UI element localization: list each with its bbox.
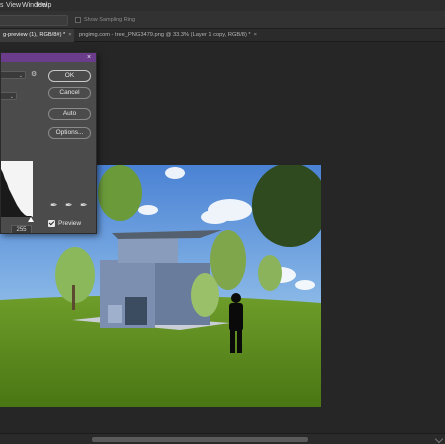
show-sampling-ring-label: Show Sampling Ring [84, 17, 136, 23]
options-button[interactable]: Options... [48, 127, 91, 139]
white-point-eyedropper-icon[interactable]: ✒ [80, 201, 88, 210]
cancel-button[interactable]: Cancel [48, 87, 91, 99]
tab-label: pngimg.com - tree_PNG3479.png @ 33.3% (L… [79, 32, 251, 38]
menu-item-help[interactable]: Help [37, 0, 51, 11]
horizontal-scrollbar[interactable] [0, 433, 445, 444]
close-icon[interactable]: × [68, 32, 71, 38]
channel-dropdown[interactable]: ⌄ [1, 92, 17, 100]
black-point-eyedropper-icon[interactable]: ✒ [50, 201, 58, 210]
gray-point-eyedropper-icon[interactable]: ✒ [65, 201, 73, 210]
auto-button[interactable]: Auto [48, 108, 91, 120]
sample-size-dropdown[interactable] [0, 15, 68, 26]
show-sampling-ring-checkbox[interactable] [75, 17, 81, 23]
preset-dropdown[interactable]: ⌄ [1, 71, 26, 79]
document-tab-bar: g-preview (1), RGB/8#) * × pngimg.com - t… [0, 29, 445, 42]
close-icon[interactable]: × [87, 53, 91, 62]
tab-tree-document[interactable]: pngimg.com - tree_PNG3479.png @ 33.3% (L… [76, 29, 258, 42]
levels-dialog: × ⌄ ⚙ ⌄ 255 255 OK Cancel Auto Options..… [0, 52, 97, 234]
input-white-slider[interactable] [28, 217, 34, 222]
tab-label: g-preview (1), RGB/8#) * [3, 32, 66, 38]
tab-preview-document[interactable]: g-preview (1), RGB/8#) * × [0, 29, 74, 42]
chevron-down-icon: ⌄ [18, 73, 23, 79]
preview-label: Preview [58, 220, 82, 227]
histogram [1, 161, 33, 217]
preview-checkbox[interactable] [48, 220, 55, 227]
ok-button[interactable]: OK [48, 70, 91, 82]
menu-item-view[interactable]: View [6, 0, 21, 11]
scrollbar-thumb[interactable] [92, 437, 308, 442]
gear-icon[interactable]: ⚙ [31, 71, 37, 79]
close-icon[interactable]: × [254, 32, 257, 38]
chevron-down-icon: ⌄ [9, 94, 14, 100]
input-white-field[interactable]: 255 [11, 225, 32, 233]
menu-item-select[interactable]: s [0, 0, 4, 11]
options-bar: Show Sampling Ring [0, 11, 445, 29]
menu-bar: s View Window Help [0, 0, 445, 11]
scroll-arrow-icon[interactable] [434, 434, 444, 444]
dialog-titlebar[interactable] [1, 53, 96, 62]
